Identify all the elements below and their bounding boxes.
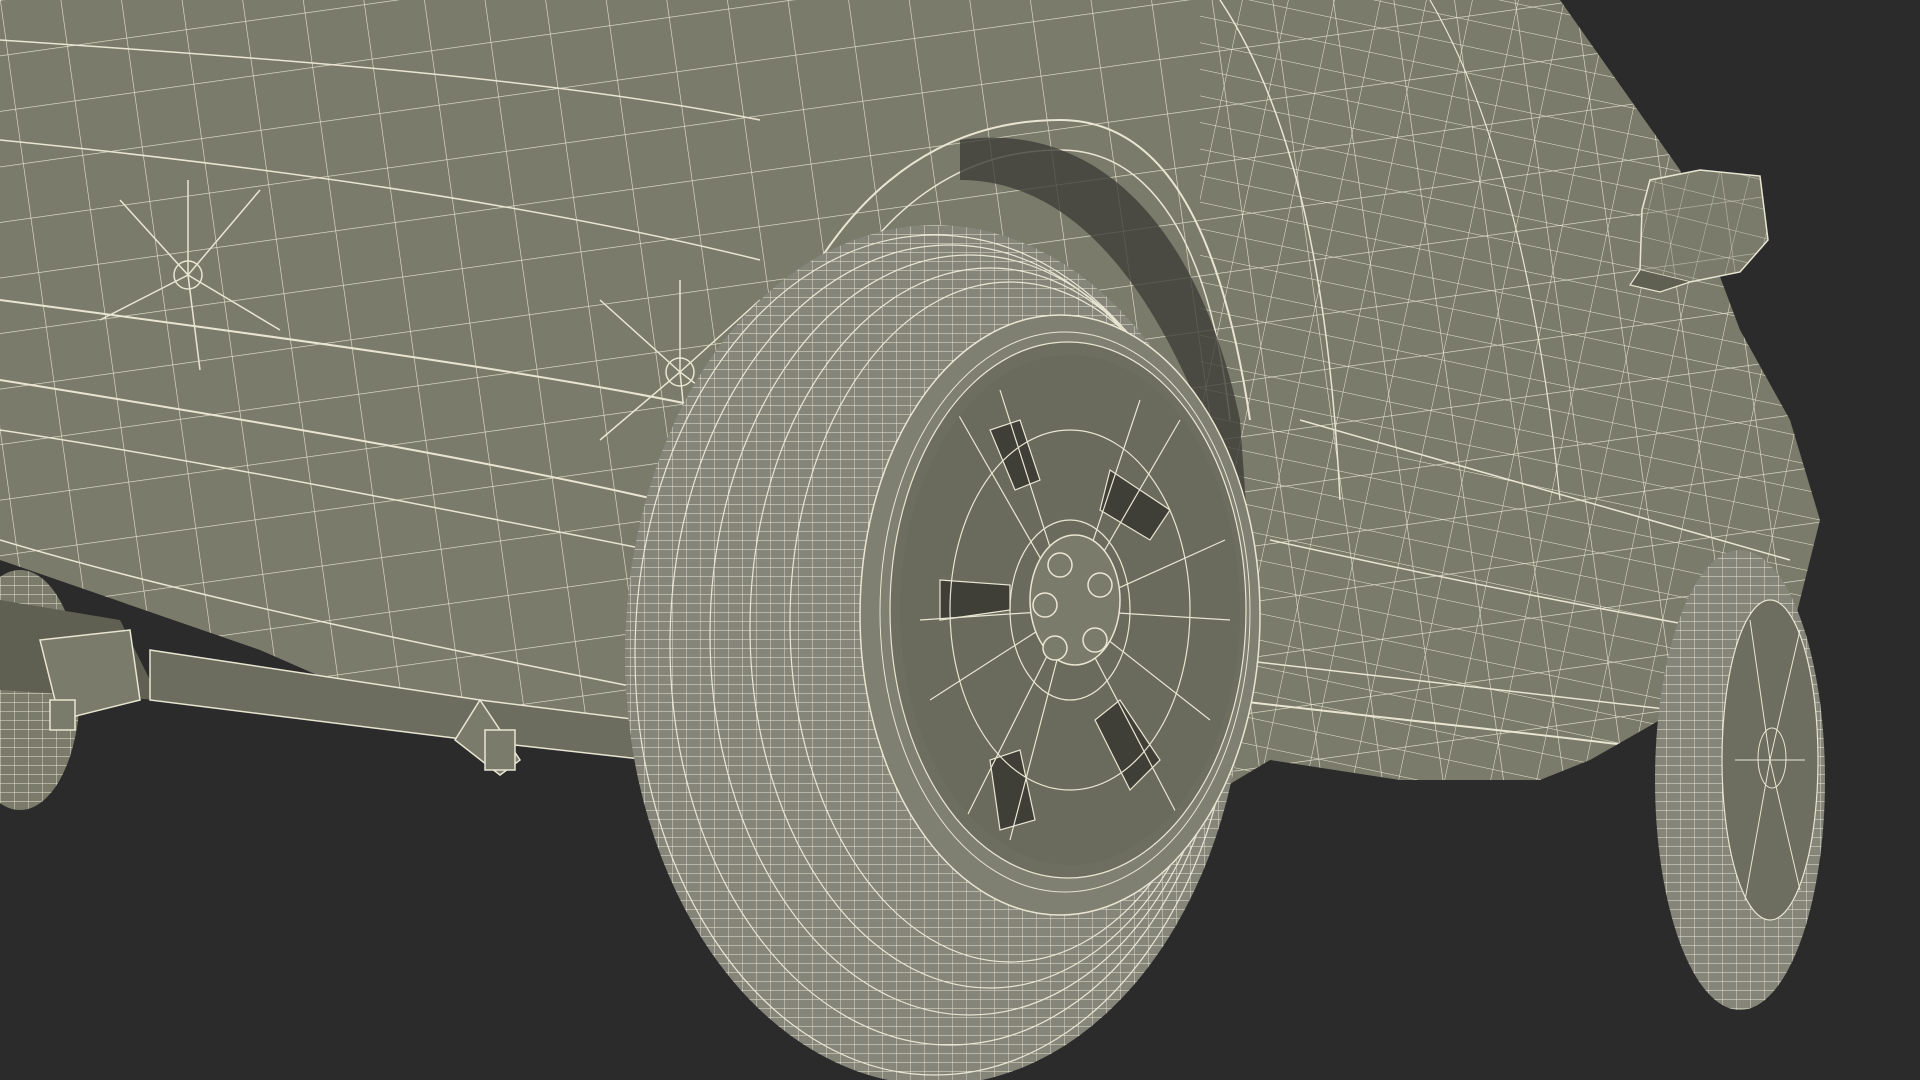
render-viewport xyxy=(0,0,1920,1080)
wireframe-render xyxy=(0,0,1920,1080)
wheel-hub xyxy=(1029,534,1121,666)
rim xyxy=(900,355,1240,865)
